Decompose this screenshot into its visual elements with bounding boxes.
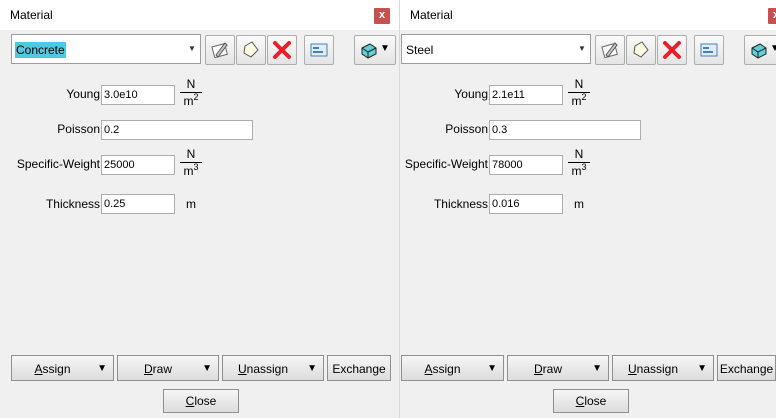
edit-icon xyxy=(601,42,618,59)
title-bar: Material x xyxy=(400,0,776,30)
specific-weight-unit: N m3 xyxy=(180,147,202,178)
unassign-button[interactable]: Unassign ▼ xyxy=(612,355,714,381)
material-select-value: Steel xyxy=(406,43,434,57)
thickness-label: Thickness xyxy=(45,197,100,211)
close-window-button[interactable]: x xyxy=(768,8,776,24)
layer-icon xyxy=(751,43,767,59)
young-label: Young xyxy=(454,87,488,101)
window-title: Material xyxy=(10,8,53,22)
specific-weight-label: Specific-Weight xyxy=(404,157,488,171)
window-title: Material xyxy=(410,8,453,22)
young-unit: N m2 xyxy=(180,77,202,108)
delete-material-button[interactable] xyxy=(267,35,297,65)
layer-menu-button[interactable]: ▼ xyxy=(744,35,776,65)
material-select[interactable]: Concrete ▼ xyxy=(11,34,201,64)
thickness-unit: m xyxy=(574,197,584,211)
material-select-value: Concrete xyxy=(15,42,66,58)
close-button[interactable]: Close xyxy=(553,389,629,413)
thickness-unit: m xyxy=(186,197,196,211)
chevron-down-icon: ▼ xyxy=(592,363,602,374)
young-input[interactable]: 2.1e11 xyxy=(489,85,563,105)
chevron-down-icon: ▼ xyxy=(770,43,776,54)
exchange-button[interactable]: Exchange xyxy=(327,355,391,381)
properties-button[interactable] xyxy=(694,35,724,65)
specific-weight-unit: N m3 xyxy=(568,147,590,178)
thickness-label: Thickness xyxy=(433,197,488,211)
new-material-button[interactable] xyxy=(236,35,266,65)
properties-icon xyxy=(310,43,328,57)
draw-button[interactable]: Draw ▼ xyxy=(507,355,609,381)
properties-icon xyxy=(700,43,718,57)
material-panel-concrete: Material x Concrete ▼ ▼ Young 3.0e10 N m… xyxy=(0,0,399,418)
edit-material-button[interactable] xyxy=(205,35,235,65)
properties-button[interactable] xyxy=(304,35,334,65)
chevron-down-icon: ▼ xyxy=(307,363,317,374)
poisson-label: Poisson xyxy=(57,122,100,136)
title-bar: Material x xyxy=(0,0,399,30)
young-input[interactable]: 3.0e10 xyxy=(101,85,175,105)
poisson-input[interactable]: 0.3 xyxy=(489,120,641,140)
close-icon: x xyxy=(378,9,386,21)
new-material-button[interactable] xyxy=(626,35,656,65)
assign-button[interactable]: Assign ▼ xyxy=(401,355,504,381)
chevron-down-icon: ▼ xyxy=(380,43,390,54)
close-window-button[interactable]: x xyxy=(374,8,390,24)
chevron-down-icon: ▼ xyxy=(578,44,586,53)
specific-weight-input[interactable]: 25000 xyxy=(101,155,175,175)
chevron-down-icon: ▼ xyxy=(97,363,107,374)
close-button[interactable]: Close xyxy=(163,389,239,413)
draw-button[interactable]: Draw ▼ xyxy=(117,355,219,381)
poisson-label: Poisson xyxy=(445,122,488,136)
thickness-input[interactable]: 0.25 xyxy=(101,194,175,214)
new-material-icon xyxy=(243,41,259,58)
chevron-down-icon: ▼ xyxy=(202,363,212,374)
specific-weight-label: Specific-Weight xyxy=(16,157,100,171)
poisson-input[interactable]: 0.2 xyxy=(101,120,253,140)
assign-button[interactable]: Assign ▼ xyxy=(11,355,114,381)
delete-material-button[interactable] xyxy=(657,35,687,65)
edit-material-button[interactable] xyxy=(595,35,625,65)
chevron-down-icon: ▼ xyxy=(487,363,497,374)
edit-icon xyxy=(211,42,228,59)
layer-icon xyxy=(361,43,377,59)
unassign-button[interactable]: Unassign ▼ xyxy=(222,355,324,381)
chevron-down-icon: ▼ xyxy=(697,363,707,374)
young-label: Young xyxy=(66,87,100,101)
specific-weight-input[interactable]: 78000 xyxy=(489,155,563,175)
exchange-button[interactable]: Exchange xyxy=(717,355,776,381)
delete-icon xyxy=(273,41,291,59)
layer-menu-button[interactable]: ▼ xyxy=(354,35,396,65)
chevron-down-icon: ▼ xyxy=(188,44,196,53)
material-select[interactable]: Steel ▼ xyxy=(401,34,591,64)
young-unit: N m2 xyxy=(568,77,590,108)
thickness-input[interactable]: 0.016 xyxy=(489,194,563,214)
material-panel-steel: Material x Steel ▼ ▼ xyxy=(400,0,776,418)
delete-icon xyxy=(663,41,681,59)
new-material-icon xyxy=(633,41,649,58)
